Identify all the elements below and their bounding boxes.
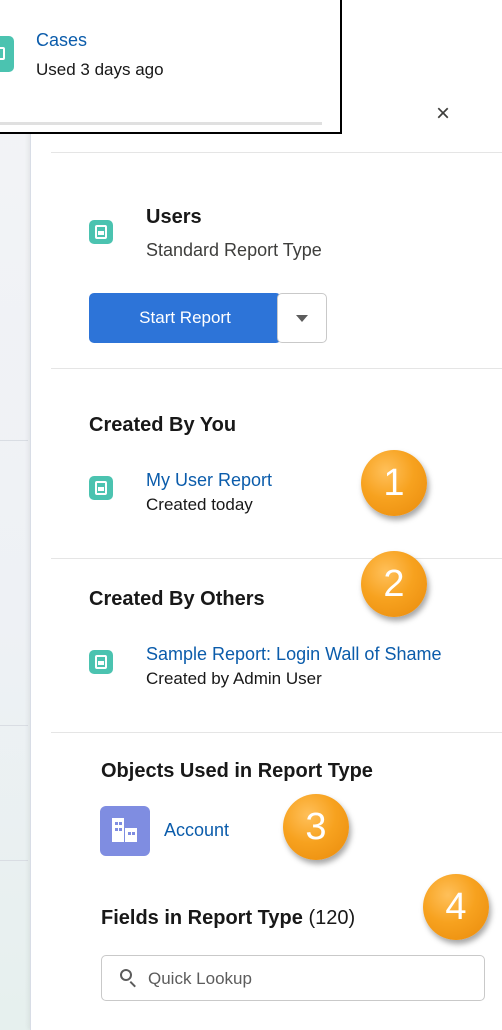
close-icon[interactable]: ×	[429, 100, 457, 128]
callout-badge-3: 3	[283, 794, 349, 860]
divider	[51, 152, 502, 153]
background-page-strip	[0, 0, 30, 1030]
report-created-by: Created by Admin User	[146, 669, 322, 688]
recent-report-types-popover: Cases Used 3 days ago	[0, 0, 342, 134]
sample-report-link[interactable]: Sample Report: Login Wall of Shame	[146, 644, 441, 665]
objects-used-heading: Objects Used in Report Type	[101, 760, 373, 782]
fields-in-report-type-heading: Fields in Report Type (120)	[101, 907, 355, 930]
divider	[0, 122, 322, 125]
report-type-subtitle: Standard Report Type	[146, 240, 322, 260]
window	[119, 822, 122, 825]
created-by-others-heading: Created By Others	[89, 588, 265, 610]
background-divider	[0, 860, 28, 861]
start-report-button[interactable]: Start Report	[89, 293, 281, 343]
quick-lookup-search[interactable]	[101, 955, 485, 1002]
window	[128, 832, 131, 835]
window	[119, 828, 122, 831]
callout-badge-2: 2	[361, 551, 427, 617]
search-icon	[120, 969, 132, 981]
background-divider	[0, 725, 28, 726]
cases-report-type-link[interactable]: Cases	[36, 30, 87, 51]
divider	[51, 732, 502, 733]
my-user-report-link[interactable]: My User Report	[146, 470, 272, 491]
building-shape	[125, 828, 137, 842]
report-actions-dropdown[interactable]	[277, 293, 327, 343]
report-icon	[89, 476, 113, 500]
fields-heading-label: Fields in Report Type	[101, 907, 303, 929]
window	[115, 822, 118, 825]
report-type-name: Users	[146, 206, 202, 228]
created-by-you-heading: Created By You	[89, 414, 237, 436]
report-type-details-panel: × Users Standard Report Type Start Repor…	[30, 0, 502, 1030]
window	[115, 828, 118, 831]
quick-lookup-input[interactable]	[146, 956, 470, 1002]
report-created-date: Created today	[146, 495, 253, 514]
callout-badge-1: 1	[361, 450, 427, 516]
building-shape	[112, 818, 124, 842]
report-icon	[89, 220, 113, 244]
account-object-link[interactable]: Account	[164, 820, 229, 841]
background-divider	[0, 440, 28, 441]
window	[132, 832, 135, 835]
report-icon	[0, 36, 14, 72]
divider	[51, 558, 502, 559]
divider	[51, 368, 502, 369]
chevron-down-icon	[296, 314, 308, 322]
account-object-icon	[100, 806, 150, 856]
report-icon	[89, 650, 113, 674]
cases-last-used: Used 3 days ago	[36, 60, 164, 79]
callout-badge-4: 4	[423, 874, 489, 940]
fields-count: (120)	[308, 907, 356, 929]
